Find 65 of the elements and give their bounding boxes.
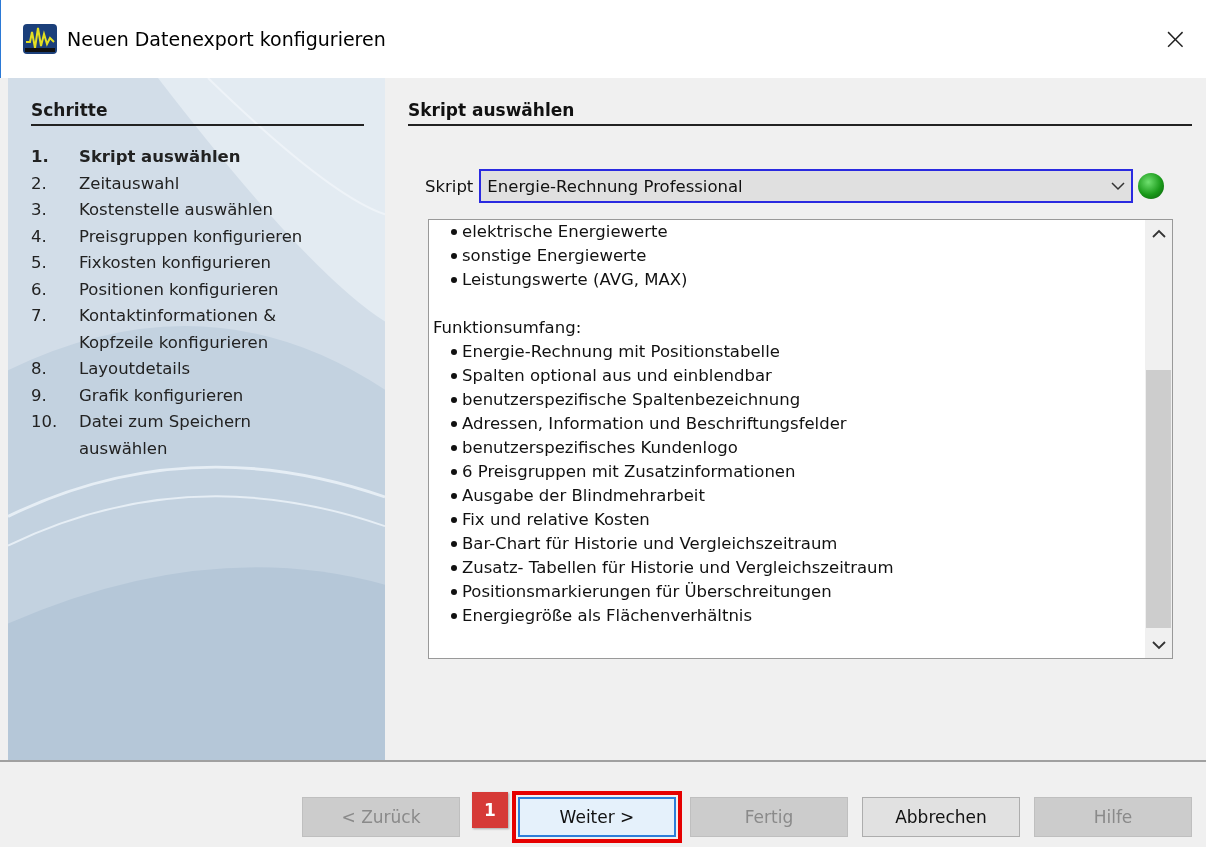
step-number: 7. bbox=[31, 305, 48, 327]
bullet-icon bbox=[451, 589, 457, 595]
step-label: Skript auswählen bbox=[79, 146, 242, 168]
step-number: 8. bbox=[31, 358, 48, 380]
step-number: 3. bbox=[31, 199, 48, 221]
app-logo-icon bbox=[23, 24, 57, 54]
bullet-icon bbox=[451, 373, 457, 379]
feature-item: Fix und relative Kosten bbox=[462, 509, 650, 531]
step-label: Kostenstelle auswählen bbox=[79, 199, 274, 221]
script-label: Skript bbox=[425, 176, 474, 196]
bullet-icon bbox=[451, 469, 457, 475]
feature-item: Energiegröße als Flächenverhältnis bbox=[462, 605, 753, 627]
scrollbar[interactable] bbox=[1145, 220, 1172, 658]
bullet-icon bbox=[451, 493, 457, 499]
wizard-button[interactable]: Abbrechen bbox=[862, 797, 1020, 837]
step-number: 5. bbox=[31, 252, 48, 274]
chevron-down-icon bbox=[1111, 181, 1126, 191]
step-label: Kontaktinformationen & Kopfzeile konfigurieren bbox=[79, 305, 278, 354]
step-number: 9. bbox=[31, 384, 48, 407]
bullet-icon bbox=[451, 517, 457, 523]
bullet-icon bbox=[451, 565, 457, 571]
window-title: Neuen Datenexport konfigurieren bbox=[67, 28, 387, 50]
feature-item: Positionsmarkierungen für Überschreitungen bbox=[462, 581, 832, 603]
page-heading: Skript auswählen bbox=[408, 100, 1192, 126]
bullet-icon bbox=[451, 349, 457, 355]
step-number: 2. bbox=[31, 172, 48, 195]
step-label: Grafik konfigurieren bbox=[79, 384, 245, 407]
feature-item: benutzerspezifisches Kundenlogo bbox=[462, 437, 738, 459]
feature-item: sonstige Energiewerte bbox=[462, 245, 647, 267]
step-number: 10. bbox=[31, 411, 59, 433]
feature-item: Bar-Chart für Historie und Vergleichszeitraum bbox=[462, 533, 838, 555]
feature-item: Ausgabe der Blindmehrarbeit bbox=[462, 485, 705, 507]
bullet-icon bbox=[451, 421, 457, 427]
scrollbar-thumb[interactable] bbox=[1146, 370, 1171, 628]
feature-item: Energie-Rechnung mit Positionstabelle bbox=[462, 341, 780, 363]
bullet-icon bbox=[451, 253, 457, 259]
step-label: Preisgruppen konfigurieren bbox=[79, 225, 304, 248]
chevron-up-icon[interactable] bbox=[1151, 228, 1166, 238]
feature-item: Adressen, Information und Beschriftungsfelder bbox=[462, 413, 847, 435]
bullet-icon bbox=[451, 541, 457, 547]
step-number: 1. bbox=[31, 146, 50, 168]
feature-item: Spalten optional aus und einblendbar bbox=[462, 365, 772, 387]
feature-item: Leistungswerte (AVG, MAX) bbox=[462, 269, 688, 291]
step-label: Zeitauswahl bbox=[79, 172, 181, 195]
bullet-icon bbox=[451, 445, 457, 451]
step-label: Layoutdetails bbox=[79, 358, 192, 380]
step-number: 4. bbox=[31, 225, 48, 248]
step-number: 6. bbox=[31, 278, 48, 301]
bullet-icon bbox=[451, 229, 457, 235]
step-label: Fixkosten konfigurieren bbox=[79, 252, 272, 274]
script-dropdown[interactable]: Energie-Rechnung Professional bbox=[479, 169, 1134, 203]
bullet-icon bbox=[451, 277, 457, 283]
chevron-down-icon[interactable] bbox=[1151, 640, 1166, 650]
feature-item: 6 Preisgruppen mit Zusatzinformationen bbox=[462, 461, 796, 483]
feature-item: benutzerspezifische Spaltenbezeichnung bbox=[462, 389, 801, 411]
steps-heading: Schritte bbox=[31, 100, 364, 126]
feature-item: Zusatz- Tabellen für Historie und Vergleichszeitraum bbox=[462, 557, 894, 579]
section-heading: Funktionsumfang: bbox=[433, 317, 583, 339]
close-button[interactable]: × bbox=[1156, 24, 1194, 54]
step-badge: 1 bbox=[472, 792, 508, 828]
step-label: Positionen konfigurieren bbox=[79, 278, 280, 301]
bullet-icon bbox=[451, 613, 457, 619]
step-label: Datei zum Speichern auswählen bbox=[79, 411, 253, 460]
bullet-icon bbox=[451, 397, 457, 403]
feature-item: elektrische Energiewerte bbox=[462, 221, 668, 243]
